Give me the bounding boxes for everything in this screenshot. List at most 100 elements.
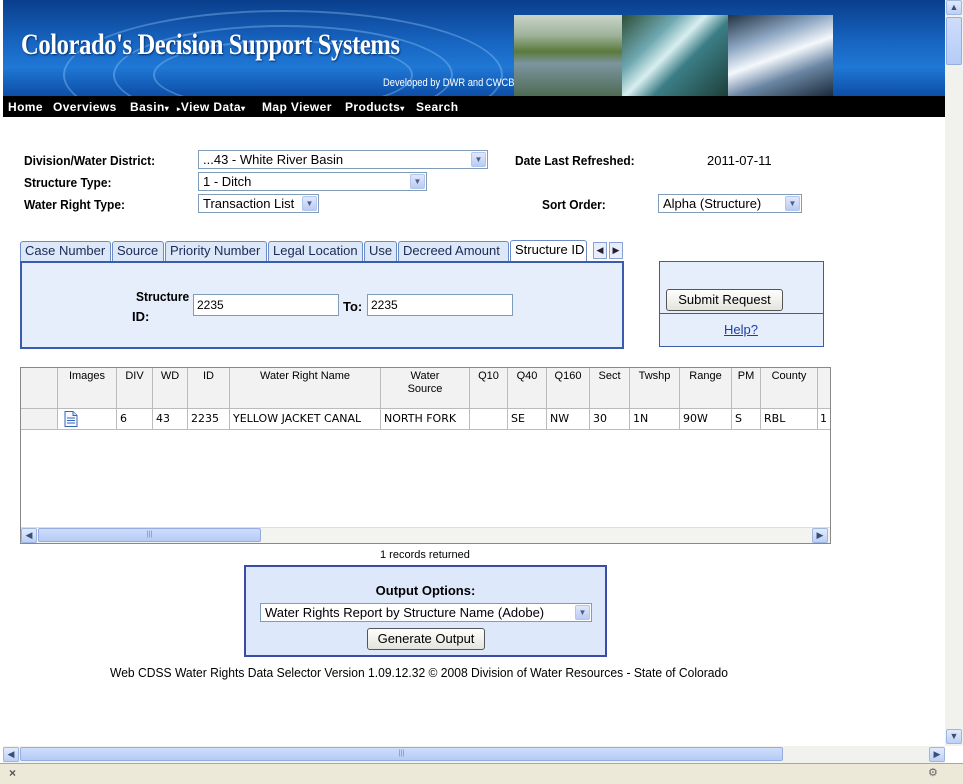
division-label: Division/Water District: — [24, 153, 156, 168]
chevron-down-icon: ▼ — [410, 174, 425, 189]
column-header-id[interactable]: ID — [188, 368, 230, 409]
date-value: 2011-07-11 — [707, 153, 772, 168]
generate-output-button[interactable]: Generate Output — [367, 628, 485, 650]
nav-map-viewer[interactable]: Map Viewer — [262, 100, 332, 114]
chevron-down-icon: ▾ — [164, 104, 170, 113]
table-cell-id: 2235 — [188, 409, 230, 430]
nav-home[interactable]: Home — [8, 100, 43, 114]
river-photo — [514, 15, 622, 96]
table-cell-div: 6 — [117, 409, 153, 430]
tab-priority-number[interactable]: Priority Number — [165, 241, 267, 261]
scroll-down-icon[interactable]: ▼ — [946, 729, 962, 744]
scroll-up-icon[interactable]: ▲ — [946, 0, 962, 15]
column-header-q40[interactable]: Q40 — [508, 368, 547, 409]
grid-horizontal-scrollbar[interactable]: ◀ ||| ▶ — [21, 527, 830, 543]
tab-structure-id[interactable]: Structure ID — [510, 240, 587, 262]
column-header-range[interactable]: Range — [680, 368, 732, 409]
tab-scroll-left-icon[interactable]: ◀ — [593, 242, 607, 259]
scroll-right-icon[interactable]: ▶ — [812, 528, 828, 543]
column-header-sect[interactable]: Sect — [590, 368, 630, 409]
tab-source[interactable]: Source — [112, 241, 164, 261]
help-link[interactable]: Help? — [724, 322, 758, 337]
page-vscroll-thumb[interactable] — [946, 17, 962, 65]
tab-case-number[interactable]: Case Number — [20, 241, 111, 261]
structure-id-label-2: ID: — [132, 309, 150, 324]
close-icon[interactable]: × — [9, 766, 16, 780]
page-hscroll-thumb[interactable]: ||| — [20, 747, 783, 761]
structure-id-to-input[interactable]: 2235 — [367, 294, 513, 316]
output-options-panel: Output Options: Water Rights Report by S… — [244, 565, 607, 657]
site-title: Colorado's Decision Support Systems — [21, 28, 400, 61]
tab-use[interactable]: Use — [364, 241, 397, 261]
page-horizontal-scrollbar[interactable]: ◀ ||| ▶ — [3, 746, 945, 763]
column-header-twshp[interactable]: Twshp — [630, 368, 680, 409]
table-cell-overflow: 1 — [818, 409, 830, 430]
results-grid: Images DIV WD ID Water Right Name Water … — [20, 367, 831, 544]
table-cell-images[interactable] — [58, 409, 117, 430]
chevron-down-icon: ▼ — [471, 152, 486, 167]
nav-search[interactable]: Search — [416, 100, 458, 114]
nav-basin-label: Basin — [130, 100, 165, 114]
page-vertical-scrollbar[interactable]: ▲ ▼ — [945, 0, 963, 746]
output-format-select[interactable]: Water Rights Report by Structure Name (A… — [260, 603, 592, 622]
chevron-down-icon: ▾ — [241, 104, 246, 113]
division-value: ...43 - White River Basin — [203, 152, 344, 167]
table-cell-q40: SE — [508, 409, 547, 430]
structure-id-from-input[interactable]: 2235 — [193, 294, 339, 316]
main-nav: Home Overviews Basin▾ ▸View Data▾ Map Vi… — [3, 96, 945, 117]
table-cell-q160: NW — [547, 409, 590, 430]
table-cell-range: 90W — [680, 409, 732, 430]
grid-scroll-thumb[interactable]: ||| — [38, 528, 261, 542]
table-cell-q10 — [470, 409, 508, 430]
column-header-q160[interactable]: Q160 — [547, 368, 590, 409]
nav-view-data-label: View Data — [180, 100, 241, 114]
column-header-water-right-name[interactable]: Water Right Name — [230, 368, 381, 409]
sort-order-label: Sort Order: — [542, 197, 606, 212]
grid-row-header-corner — [21, 368, 58, 409]
structure-id-label-1: Structure — [136, 289, 190, 304]
scroll-left-icon[interactable]: ◀ — [3, 747, 19, 762]
sort-order-select[interactable]: Alpha (Structure) ▼ — [658, 194, 802, 213]
column-header-q10[interactable]: Q10 — [470, 368, 508, 409]
table-cell-water-source: NORTH FORK — [381, 409, 470, 430]
submit-request-button[interactable]: Submit Request — [666, 289, 783, 311]
structure-id-panel: Structure ID: 2235 To: 2235 — [20, 261, 624, 349]
document-icon[interactable] — [64, 411, 78, 427]
nav-basin[interactable]: Basin▾ — [130, 100, 169, 114]
nav-products-label: Products — [345, 100, 401, 114]
water-right-type-select[interactable]: Transaction List ▼ — [198, 194, 319, 213]
water-right-type-value: Transaction List — [203, 196, 295, 211]
records-count: 1 records returned — [380, 549, 470, 561]
chevron-down-icon: ▾ — [400, 104, 405, 113]
status-bar: × ⚙ — [0, 763, 963, 784]
date-label: Date Last Refreshed: — [515, 153, 635, 168]
tab-legal-location[interactable]: Legal Location — [268, 241, 363, 261]
tab-scroll-right-icon[interactable]: ▶ — [609, 242, 623, 259]
table-cell-wd: 43 — [153, 409, 188, 430]
nav-view-data[interactable]: ▸View Data▾ — [177, 100, 245, 114]
scroll-left-icon[interactable]: ◀ — [21, 528, 37, 543]
column-header-div[interactable]: DIV — [117, 368, 153, 409]
waterfall-photo — [622, 15, 728, 96]
division-select[interactable]: ...43 - White River Basin ▼ — [198, 150, 488, 169]
column-header-overflow — [818, 368, 830, 409]
structure-type-value: 1 - Ditch — [203, 174, 252, 189]
to-label: To: — [343, 299, 363, 314]
output-format-value: Water Rights Report by Structure Name (A… — [265, 605, 545, 620]
column-header-county[interactable]: County — [761, 368, 818, 409]
table-row-header[interactable] — [21, 409, 58, 430]
column-header-images[interactable]: Images — [58, 368, 117, 409]
table-cell-water-right-name: YELLOW JACKET CANAL — [230, 409, 381, 430]
scroll-right-icon[interactable]: ▶ — [929, 747, 945, 762]
nav-overviews[interactable]: Overviews — [53, 100, 117, 114]
table-cell-twshp: 1N — [630, 409, 680, 430]
column-header-pm[interactable]: PM — [732, 368, 761, 409]
structure-type-label: Structure Type: — [24, 175, 112, 190]
structure-type-select[interactable]: 1 - Ditch ▼ — [198, 172, 427, 191]
tab-decreed-amount[interactable]: Decreed Amount — [398, 241, 509, 261]
table-cell-pm: S — [732, 409, 761, 430]
nav-products[interactable]: Products▾ — [345, 100, 405, 114]
column-header-water-source[interactable]: Water Source — [381, 368, 470, 409]
table-cell-sect: 30 — [590, 409, 630, 430]
column-header-wd[interactable]: WD — [153, 368, 188, 409]
